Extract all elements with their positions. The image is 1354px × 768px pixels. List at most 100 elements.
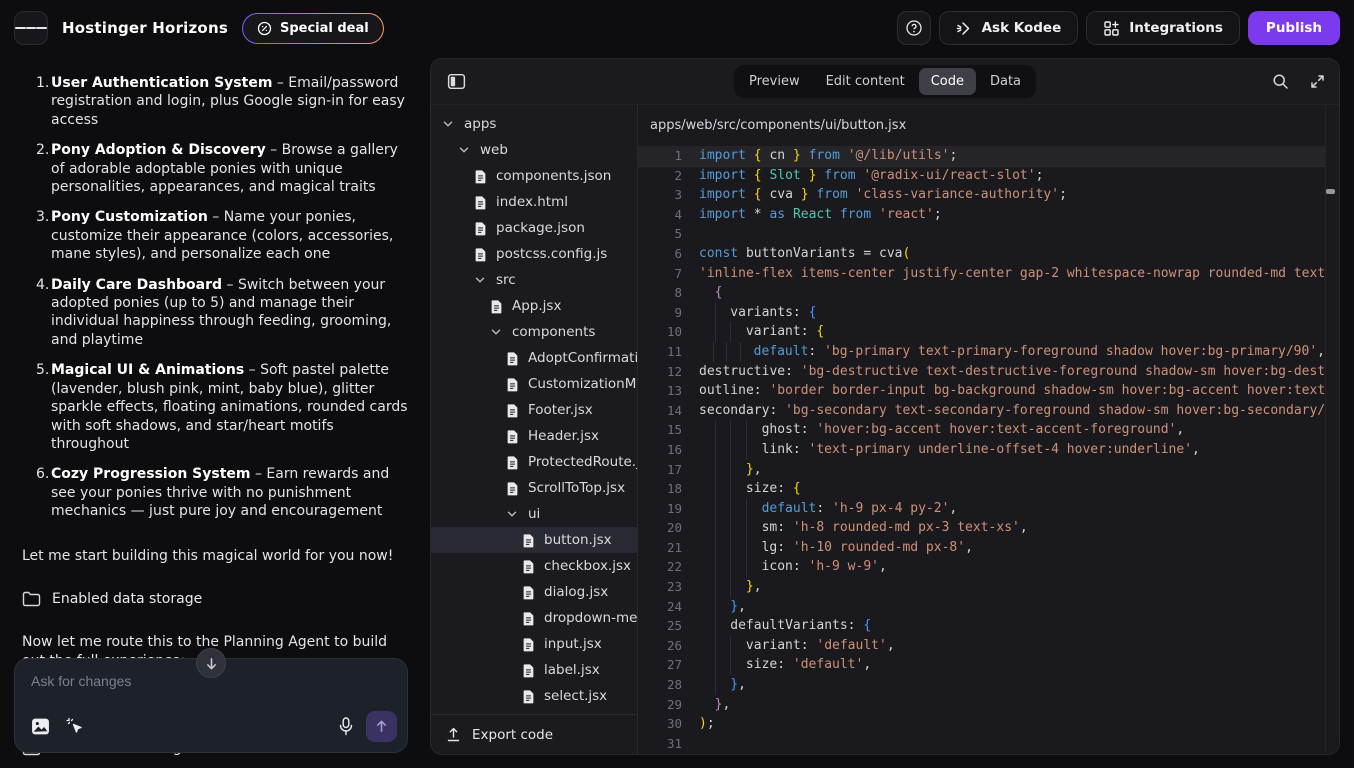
tree-item-footer-jsx[interactable]: Footer.jsx (431, 397, 637, 423)
chevron-down-icon (505, 507, 519, 521)
scrollbar-thumb[interactable] (1326, 189, 1335, 194)
publish-button[interactable]: Publish (1248, 11, 1340, 45)
ask-kodee-button[interactable]: Ask Kodee (939, 11, 1079, 45)
line-number: 6 (638, 244, 682, 264)
tree-item-label: apps (464, 116, 496, 132)
code-line-4: 4import * as React from 'react'; (638, 205, 1325, 225)
tree-item-label: select.jsx (544, 688, 607, 704)
code-line-28: 28}, (638, 675, 1325, 695)
cursor-sparkle-icon (66, 717, 85, 736)
line-number: 2 (638, 166, 682, 186)
tree-item-label: web (480, 142, 508, 158)
code-line-31: 31 (638, 734, 1325, 754)
code-line-8: 8{ (638, 283, 1325, 303)
tree-item-select-jsx[interactable]: select.jsx (431, 683, 637, 709)
file-icon (506, 429, 519, 444)
tree-item-components-json[interactable]: components.json (431, 163, 637, 189)
line-number: 30 (638, 714, 682, 734)
tab-code[interactable]: Code (919, 68, 976, 95)
feature-text: Pony Customization – Name your ponies, c… (51, 208, 408, 263)
feature-text: User Authentication System – Email/passw… (51, 74, 408, 129)
tree-item-postcss-config-js[interactable]: postcss.config.js (431, 241, 637, 267)
workspace-header: PreviewEdit contentCodeData (431, 59, 1339, 105)
code-line-15: 15ghost: 'hover:bg-accent hover:text-acc… (638, 420, 1325, 440)
line-number: 21 (638, 538, 682, 558)
search-button[interactable] (1272, 73, 1289, 90)
tab-data[interactable]: Data (978, 68, 1033, 95)
mic-button[interactable] (338, 717, 354, 736)
menu-button[interactable] (14, 11, 48, 45)
code-line-5: 5 (638, 224, 1325, 244)
feature-text: Daily Care Dashboard – Switch between yo… (51, 276, 408, 350)
special-deal-button[interactable]: Special deal (242, 13, 384, 44)
file-tree-panel: apps web components.jsonindex.htmlpackage.… (431, 105, 637, 754)
line-number: 9 (638, 303, 682, 323)
file-icon (490, 299, 503, 314)
feature-number: 6. (36, 465, 51, 520)
attach-image-button[interactable] (31, 718, 50, 735)
tree-item-ui[interactable]: ui (431, 501, 637, 527)
feature-list: 1.User Authentication System – Email/pas… (22, 74, 408, 521)
integrations-button[interactable]: Integrations (1086, 11, 1240, 45)
scroll-to-bottom-button[interactable] (196, 648, 226, 678)
tree-item-src[interactable]: src (431, 267, 637, 293)
file-icon (522, 533, 535, 548)
arrow-up-icon (375, 720, 388, 733)
tree-item-dialog-jsx[interactable]: dialog.jsx (431, 579, 637, 605)
tree-item-protectedroute-jsx[interactable]: ProtectedRoute.jsx (431, 449, 637, 475)
tree-item-dropdown-menu[interactable]: dropdown-menu (431, 605, 637, 631)
line-number: 8 (638, 283, 682, 303)
line-number: 20 (638, 518, 682, 538)
export-code-button[interactable]: Export code (431, 714, 637, 754)
tree-item-label: components (512, 324, 595, 340)
tree-item-label: AdoptConfirmation (528, 350, 637, 366)
tree-item-input-jsx[interactable]: input.jsx (431, 631, 637, 657)
tree-item-apps[interactable]: apps (431, 111, 637, 137)
file-icon (506, 351, 519, 366)
code-line-12: 12destructive: 'bg-destructive text-dest… (638, 362, 1325, 382)
tree-item-scrolltotop-jsx[interactable]: ScrollToTop.jsx (431, 475, 637, 501)
tree-item-app-jsx[interactable]: App.jsx (431, 293, 637, 319)
tab-edit-content[interactable]: Edit content (814, 68, 917, 95)
line-number: 17 (638, 460, 682, 480)
line-number: 25 (638, 616, 682, 636)
tree-item-label: App.jsx (512, 298, 561, 314)
status-label: Enabled data storage (52, 590, 202, 608)
file-icon (522, 559, 535, 574)
line-number: 13 (638, 381, 682, 401)
tree-item-label: dropdown-menu (544, 610, 637, 626)
expand-button[interactable] (1309, 73, 1326, 90)
code-line-21: 21lg: 'h-10 rounded-md px-8', (638, 538, 1325, 558)
tree-item-index-html[interactable]: index.html (431, 189, 637, 215)
tree-item-components[interactable]: components (431, 319, 637, 345)
tree-item-header-jsx[interactable]: Header.jsx (431, 423, 637, 449)
line-number: 28 (638, 675, 682, 695)
tree-item-checkbox-jsx[interactable]: checkbox.jsx (431, 553, 637, 579)
feature-number: 3. (36, 208, 51, 263)
select-element-button[interactable] (66, 717, 85, 736)
help-button[interactable] (897, 11, 931, 45)
tree-item-web[interactable]: web (431, 137, 637, 163)
editor-scrollbar[interactable] (1325, 105, 1339, 754)
sidebar-toggle-button[interactable] (444, 69, 469, 94)
file-icon (506, 403, 519, 418)
send-button[interactable] (366, 711, 397, 742)
line-number: 11 (638, 342, 682, 362)
chat-panel: 1.User Authentication System – Email/pas… (0, 56, 424, 768)
search-icon (1272, 73, 1289, 90)
workspace-panel: PreviewEdit contentCodeData apps web compo… (430, 58, 1340, 755)
tab-preview[interactable]: Preview (737, 68, 812, 95)
chevron-down-icon (441, 117, 455, 131)
tree-item-customizationmoda[interactable]: CustomizationModa (431, 371, 637, 397)
code-line-10: 10variant: { (638, 322, 1325, 342)
special-deal-label: Special deal (280, 21, 369, 36)
code-line-22: 22icon: 'h-9 w-9', (638, 557, 1325, 577)
tree-item-label-jsx[interactable]: label.jsx (431, 657, 637, 683)
file-icon (474, 221, 487, 236)
tree-item-button-jsx[interactable]: button.jsx (431, 527, 637, 553)
file-icon (474, 247, 487, 262)
tree-item-package-json[interactable]: package.json (431, 215, 637, 241)
view-tabs: PreviewEdit contentCodeData (734, 65, 1036, 98)
tree-item-adoptconfirmation[interactable]: AdoptConfirmation (431, 345, 637, 371)
tree-item-label: postcss.config.js (496, 246, 607, 262)
